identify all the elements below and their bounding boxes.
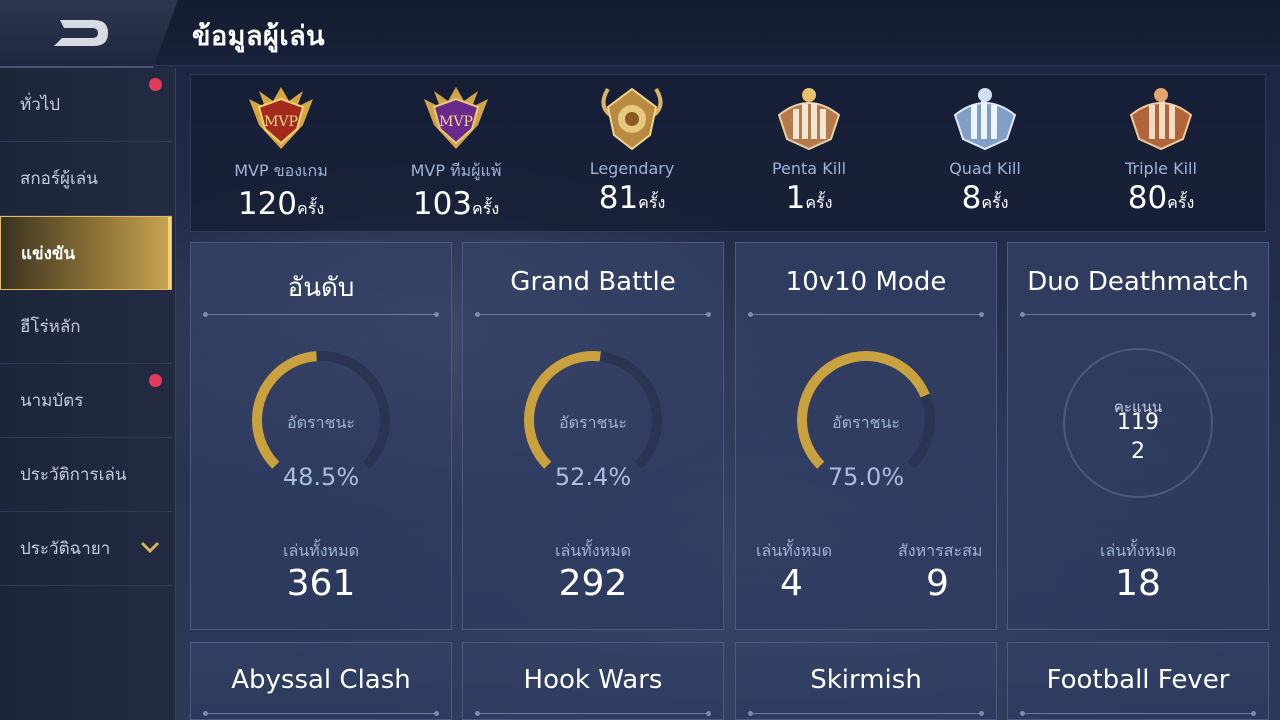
win-rate-label: อัตราชนะ bbox=[287, 413, 355, 432]
achievement-label: Quad Kill bbox=[949, 159, 1021, 178]
sidebar-item-label: สกอร์ผู้เล่น bbox=[20, 169, 98, 189]
sidebar-item-title-history[interactable]: ประวัติฉายา bbox=[0, 512, 172, 586]
mode-card-abyssal-clash[interactable]: Abyssal Clash bbox=[190, 642, 452, 720]
mode-title: 10v10 Mode bbox=[785, 267, 947, 297]
sidebar-item-name-card[interactable]: นามบัตร bbox=[0, 364, 172, 438]
win-rate-value: 52.4% bbox=[554, 463, 632, 491]
achievement-mvp-game[interactable]: MVP MVP ของเกม 120ครั้ง bbox=[201, 75, 361, 233]
sidebar-item-match-history[interactable]: ประวัติการเล่น bbox=[0, 438, 172, 512]
mvp-badge-text: MVP bbox=[439, 114, 473, 130]
achievement-unit: ครั้ง bbox=[1167, 193, 1195, 212]
sidebar: ทั่วไป สกอร์ผู้เล่น แข่งขัน ฮีโร่หลัก นา… bbox=[0, 68, 176, 720]
score-value-line2: 2 bbox=[1131, 439, 1145, 464]
divider bbox=[203, 312, 439, 317]
header: ข้อมูลผู้เล่น bbox=[0, 0, 1280, 68]
achievement-count: 81 bbox=[598, 180, 639, 216]
achievement-unit: ครั้ง bbox=[297, 199, 325, 218]
mode-title: Skirmish bbox=[810, 665, 922, 695]
sidebar-item-label: ฮีโร่หลัก bbox=[20, 317, 81, 337]
sidebar-item-player-score[interactable]: สกอร์ผู้เล่น bbox=[0, 142, 172, 216]
mode-card-hook-wars[interactable]: Hook Wars bbox=[462, 642, 724, 720]
mode-title: Abyssal Clash bbox=[231, 665, 411, 695]
achievement-unit: ครั้ง bbox=[638, 193, 666, 212]
sidebar-item-label: ประวัติฉายา bbox=[20, 539, 111, 559]
mode-title: Hook Wars bbox=[523, 665, 663, 695]
penta-kill-medal-icon bbox=[777, 88, 841, 151]
divider bbox=[475, 312, 711, 317]
divider bbox=[748, 312, 984, 317]
mvp-purple-medal-icon: MVP bbox=[424, 87, 488, 149]
sidebar-item-main-heroes[interactable]: ฮีโร่หลัก bbox=[0, 290, 172, 364]
total-kills-label: สังหารสะสม bbox=[898, 541, 983, 560]
achievement-penta-kill[interactable]: Penta Kill 1ครั้ง bbox=[729, 75, 889, 233]
quad-kill-medal-icon bbox=[953, 88, 1017, 151]
win-rate-value: 48.5% bbox=[282, 463, 360, 491]
total-games-value: 18 bbox=[1115, 563, 1161, 604]
win-rate-label: อัตราชนะ bbox=[559, 413, 627, 432]
mvp-badge-text: MVP bbox=[264, 114, 298, 130]
total-games-value: 292 bbox=[558, 563, 628, 604]
total-games-label: เล่นทั้งหมด bbox=[554, 541, 632, 560]
achievement-count: 80 bbox=[1127, 180, 1168, 216]
mode-card-10v10[interactable]: 10v10 Mode อัตราชนะ 75.0% เล่นทั้งหมด 4 … bbox=[735, 242, 997, 630]
achievement-count: 120 bbox=[237, 186, 298, 222]
win-rate-value: 75.0% bbox=[827, 463, 905, 491]
mvp-gold-medal-icon: MVP bbox=[249, 87, 313, 149]
achievement-label: Penta Kill bbox=[771, 159, 847, 178]
page-title: ข้อมูลผู้เล่น bbox=[192, 21, 326, 52]
achievement-unit: ครั้ง bbox=[981, 193, 1009, 212]
mode-card-duo-deathmatch[interactable]: Duo Deathmatch คะแนน 119 2 เล่นทั้งหมด 18 bbox=[1007, 242, 1269, 630]
mode-title: Duo Deathmatch bbox=[1027, 267, 1249, 297]
achievement-count: 103 bbox=[412, 186, 473, 222]
mode-card-ranked[interactable]: อันดับ อัตราชนะ 48.5% เล่นทั้งหมด 361 bbox=[190, 242, 452, 630]
achievement-unit: ครั้ง bbox=[805, 193, 833, 212]
divider bbox=[1020, 312, 1256, 317]
achievement-label: MVP ของเกม bbox=[234, 161, 328, 180]
total-kills-value: 9 bbox=[926, 563, 949, 604]
mode-title: อันดับ bbox=[287, 273, 355, 303]
sidebar-item-label: นามบัตร bbox=[20, 391, 84, 411]
achievement-label: MVP ทีมผู้แพ้ bbox=[410, 161, 502, 180]
sidebar-item-general[interactable]: ทั่วไป bbox=[0, 68, 172, 142]
total-games-value: 4 bbox=[780, 563, 803, 604]
mode-title: Football Fever bbox=[1046, 665, 1230, 695]
achievement-count: 8 bbox=[961, 180, 982, 216]
achievement-mvp-losing-team[interactable]: MVP MVP ทีมผู้แพ้ 103ครั้ง bbox=[376, 75, 536, 233]
total-games-value: 361 bbox=[286, 563, 356, 604]
notification-dot-icon bbox=[149, 374, 162, 387]
achievement-label: Legendary bbox=[589, 159, 675, 178]
mode-title: Grand Battle bbox=[510, 267, 676, 297]
mode-card-skirmish[interactable]: Skirmish bbox=[735, 642, 997, 720]
chevron-down-icon bbox=[140, 541, 160, 554]
mode-card-grand-battle[interactable]: Grand Battle อัตราชนะ 52.4% เล่นทั้งหมด … bbox=[462, 242, 724, 630]
sidebar-item-label: ประวัติการเล่น bbox=[20, 465, 127, 485]
total-games-label: เล่นทั้งหมด bbox=[756, 541, 833, 560]
achievement-triple-kill[interactable]: Triple Kill 80ครั้ง bbox=[1081, 75, 1241, 233]
sidebar-item-label: ทั่วไป bbox=[20, 95, 61, 115]
divider bbox=[475, 711, 711, 716]
legendary-medal-icon bbox=[601, 87, 663, 151]
divider bbox=[203, 711, 439, 716]
achievement-legendary[interactable]: Legendary 81ครั้ง bbox=[552, 75, 712, 233]
notification-dot-icon bbox=[149, 78, 162, 91]
achievement-count: 1 bbox=[785, 180, 806, 216]
divider bbox=[1020, 711, 1256, 716]
triple-kill-medal-icon bbox=[1129, 88, 1193, 151]
sidebar-item-label: แข่งขัน bbox=[21, 243, 76, 264]
achievement-unit: ครั้ง bbox=[472, 199, 500, 218]
score-circle: คะแนน 119 2 bbox=[1063, 348, 1213, 498]
total-games-label: เล่นทั้งหมด bbox=[1099, 541, 1177, 560]
back-button[interactable] bbox=[0, 0, 178, 68]
win-rate-label: อัตราชนะ bbox=[832, 413, 900, 432]
score-value: 119 2 bbox=[1065, 408, 1211, 466]
achievement-quad-kill[interactable]: Quad Kill 8ครั้ง bbox=[905, 75, 1065, 233]
achievement-label: Triple Kill bbox=[1125, 159, 1197, 178]
total-games-label: เล่นทั้งหมด bbox=[282, 541, 360, 560]
achievement-bar: MVP MVP ของเกม 120ครั้ง MVP MVP ทีมผู้แพ… bbox=[190, 74, 1266, 232]
mode-card-football-fever[interactable]: Football Fever bbox=[1007, 642, 1269, 720]
score-value-line1: 119 bbox=[1117, 410, 1159, 435]
back-logo-icon bbox=[54, 20, 108, 46]
sidebar-item-competition[interactable]: แข่งขัน bbox=[0, 216, 172, 290]
divider bbox=[748, 711, 984, 716]
